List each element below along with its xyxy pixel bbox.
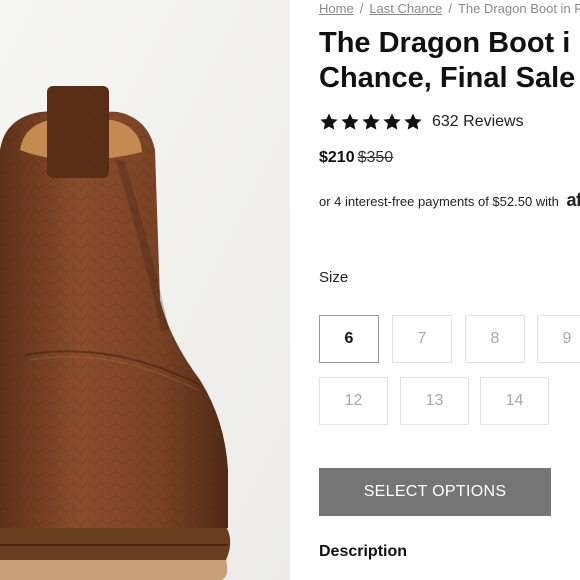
product-image — [0, 0, 290, 580]
product-page: Home / Last Chance / The Dragon Boot in Re T… — [0, 0, 580, 580]
size-option-14[interactable]: 14 — [480, 377, 549, 425]
star-icon — [320, 113, 338, 130]
star-rating — [319, 112, 423, 132]
boot-illustration — [0, 0, 290, 580]
breadcrumb-separator: / — [359, 1, 364, 16]
star-icon — [404, 113, 422, 130]
rating[interactable]: 632 Reviews — [319, 112, 524, 132]
size-option-12[interactable]: 12 — [319, 377, 388, 425]
sale-price: $210 — [319, 149, 355, 166]
size-option-6[interactable]: 6 — [319, 315, 379, 363]
product-title: The Dragon Boot i Chance, Final Sale — [319, 26, 580, 96]
affirm-logo[interactable]: af — [567, 190, 580, 210]
size-option-8[interactable]: 8 — [465, 315, 525, 363]
select-options-button[interactable]: SELECT OPTIONS — [319, 468, 551, 516]
description-heading[interactable]: Description — [319, 543, 407, 561]
product-title-line-1: The Dragon Boot i — [319, 27, 571, 59]
original-price: $350 — [357, 149, 394, 166]
size-label: Size — [319, 269, 349, 286]
size-option-13[interactable]: 13 — [400, 377, 469, 425]
installment-info: or 4 interest-free payments of $52.50 wi… — [319, 190, 580, 211]
review-count-link[interactable]: 632 Reviews — [432, 113, 524, 131]
star-icon — [362, 113, 380, 130]
installment-text: or 4 interest-free payments of $52.50 wi… — [319, 194, 559, 209]
size-option-9[interactable]: 9 — [537, 315, 580, 363]
breadcrumb-separator: / — [448, 1, 452, 16]
breadcrumb-home[interactable]: Home — [319, 1, 354, 16]
product-title-line-2: Chance, Final Sale — [319, 62, 576, 94]
breadcrumb: Home / Last Chance / The Dragon Boot in Re — [319, 1, 580, 16]
price: $210 $350 — [319, 149, 393, 167]
star-icon — [341, 113, 359, 130]
breadcrumb-current: The Dragon Boot in Re — [457, 1, 580, 16]
star-icon — [383, 113, 401, 130]
product-info: Home / Last Chance / The Dragon Boot in Re T… — [319, 0, 580, 580]
breadcrumb-last-chance[interactable]: Last Chance — [369, 1, 442, 16]
size-option-7[interactable]: 7 — [392, 315, 452, 363]
